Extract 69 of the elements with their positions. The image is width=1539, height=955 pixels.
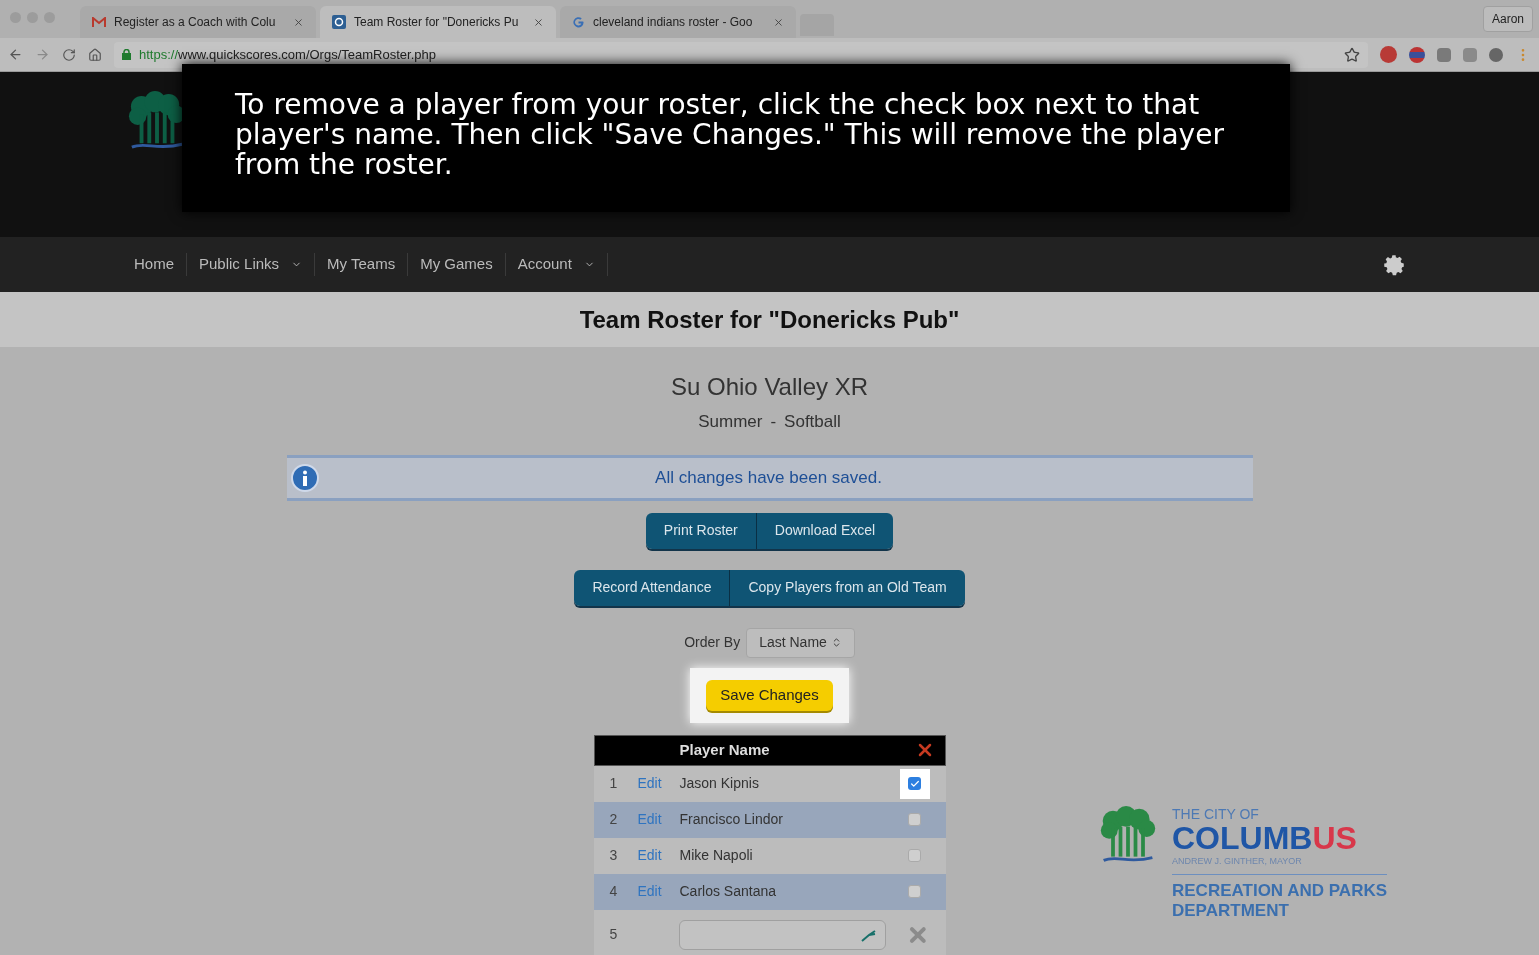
logo-subtitle: THE CITY OF bbox=[1172, 806, 1260, 822]
home-icon[interactable] bbox=[88, 47, 102, 62]
browser-tab[interactable]: Register as a Coach with Colu bbox=[80, 6, 316, 38]
player-name: Francisco Lindor bbox=[679, 810, 784, 829]
mail-icon bbox=[92, 16, 106, 28]
nav-item[interactable]: My Games bbox=[408, 253, 506, 276]
browser-tab[interactable]: Team Roster for "Donericks Pu bbox=[320, 6, 556, 38]
remove-checkbox[interactable] bbox=[908, 813, 921, 826]
league-name: Su Ohio Valley XR bbox=[671, 372, 868, 402]
nav-item[interactable]: Account bbox=[505, 253, 608, 276]
remove-checkbox[interactable] bbox=[908, 885, 921, 898]
nav-item[interactable]: Public Links bbox=[187, 253, 316, 276]
info-icon bbox=[290, 463, 319, 492]
tab-title: Team Roster for "Donericks Pu bbox=[354, 14, 520, 31]
logo-department: DEPARTMENT bbox=[1172, 901, 1290, 921]
remove-checkbox[interactable] bbox=[908, 777, 921, 790]
player-name: Jason Kipnis bbox=[679, 774, 760, 793]
sport-text: Softball bbox=[784, 411, 841, 433]
lock-icon bbox=[122, 49, 131, 60]
separator-text: - bbox=[770, 411, 777, 433]
browser-tab[interactable]: cleveland indians roster - Goo bbox=[560, 6, 796, 38]
row-number: 3 bbox=[609, 846, 619, 865]
notice-text: All changes have been saved. bbox=[654, 466, 883, 489]
back-icon[interactable] bbox=[8, 47, 23, 62]
tab-title: cleveland indians roster - Goo bbox=[593, 14, 754, 31]
action-button[interactable]: Download Excel bbox=[755, 512, 894, 549]
nav-link[interactable]: My Games bbox=[420, 253, 493, 276]
season-text: Summer bbox=[698, 411, 763, 433]
reload-icon[interactable] bbox=[62, 47, 76, 62]
row-number: 2 bbox=[609, 810, 619, 829]
remove-checkbox[interactable] bbox=[908, 849, 921, 862]
address-field[interactable]: https://www.quickscores.com/Orgs/TeamRoster.php bbox=[114, 41, 1368, 68]
profile-button[interactable]: Aaron bbox=[1482, 6, 1533, 32]
player-name: Mike Napoli bbox=[679, 846, 754, 865]
order-by-label: Order By bbox=[684, 633, 741, 652]
action-button[interactable]: Print Roster bbox=[645, 512, 756, 549]
nav-link[interactable]: Account bbox=[517, 253, 572, 276]
forward-icon[interactable] bbox=[35, 47, 50, 62]
save-changes-button[interactable]: Save Changes bbox=[706, 679, 833, 711]
logo-department: RECREATION AND PARKS bbox=[1172, 881, 1388, 901]
site-icon bbox=[332, 15, 346, 29]
star-icon[interactable] bbox=[1344, 46, 1360, 63]
order-by-select[interactable]: Last Name bbox=[746, 627, 855, 658]
close-icon[interactable] bbox=[773, 16, 784, 28]
nav-link[interactable]: Home bbox=[134, 253, 174, 276]
column-heading: Player Name bbox=[679, 739, 771, 760]
row-number: 5 bbox=[609, 925, 619, 944]
close-icon[interactable] bbox=[293, 16, 304, 28]
google-icon bbox=[572, 15, 585, 29]
player-name: Carlos Santana bbox=[679, 882, 777, 901]
page-title: Team Roster for "Donericks Pub" bbox=[579, 304, 960, 335]
player-input-field[interactable] bbox=[678, 919, 886, 950]
globe-icon[interactable] bbox=[1409, 46, 1425, 63]
extension-icon[interactable] bbox=[1463, 47, 1477, 62]
logo-city-name: COLUMBUS bbox=[1172, 822, 1358, 854]
tab-title: Register as a Coach with Colu bbox=[114, 14, 277, 31]
nav-link[interactable]: My Teams bbox=[327, 253, 396, 276]
nav-item[interactable]: Home bbox=[122, 253, 187, 276]
extension-icon[interactable] bbox=[1437, 47, 1451, 62]
row-number: 1 bbox=[609, 774, 619, 793]
row-number: 4 bbox=[609, 882, 619, 901]
logo-mayor: ANDREW J. GINTHER, MAYOR bbox=[1172, 854, 1388, 875]
action-button[interactable]: Record Attendance bbox=[574, 569, 730, 606]
nav-item[interactable]: My Teams bbox=[315, 253, 409, 276]
tooltip-text: To remove a player from your roster, click the check box next to that player's name. Then click "Save Changes." This will remove the player from the roster. bbox=[235, 90, 1225, 180]
nav-link[interactable]: Public Links bbox=[199, 253, 280, 276]
url-text: https://www.quickscores.com/Orgs/TeamRoster.php bbox=[139, 45, 436, 64]
action-button[interactable]: Copy Players from an Old Team bbox=[729, 569, 965, 606]
close-icon[interactable] bbox=[533, 16, 544, 28]
